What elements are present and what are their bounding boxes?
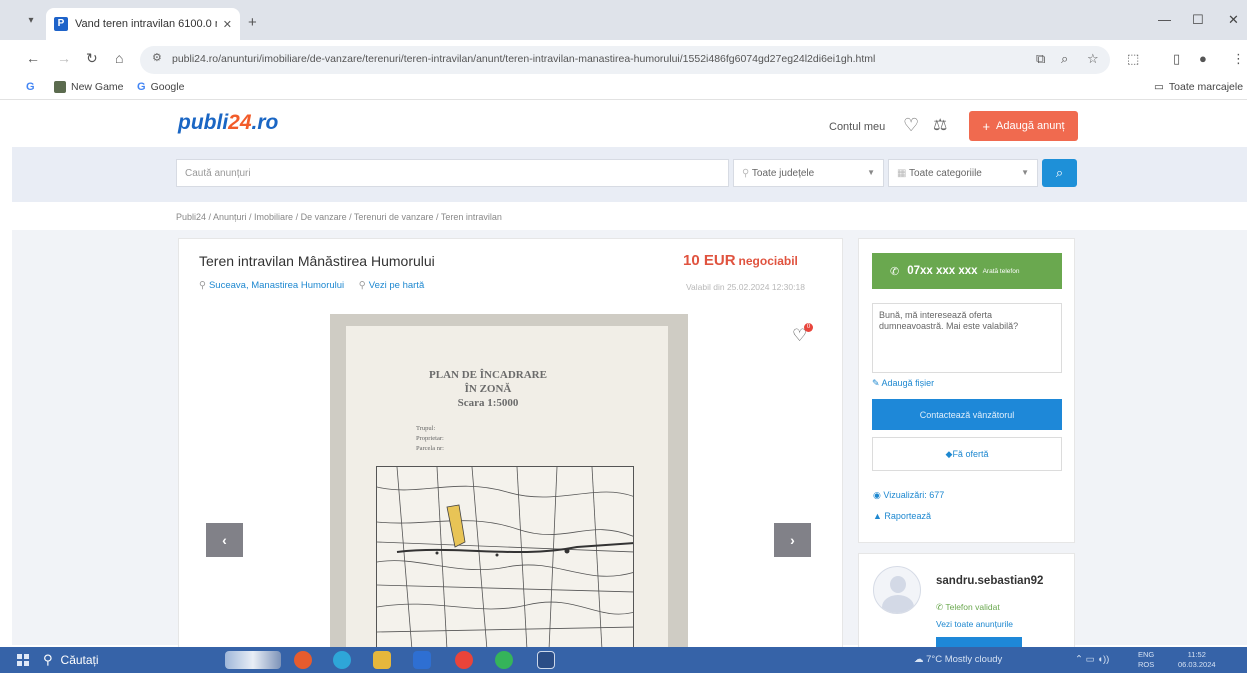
breadcrumb[interactable]: Publi24 / Anunțuri / Imobiliare / De van…: [176, 212, 502, 222]
site-info-icon[interactable]: ⚙: [152, 51, 162, 64]
folder-icon: ▭: [1154, 81, 1164, 93]
location-pin-icon: ⚲: [742, 168, 752, 179]
side-panel-icon[interactable]: ▯: [1173, 51, 1180, 67]
chrome-icon[interactable]: [455, 651, 473, 669]
category-select[interactable]: ▦ Toate categoriile ▼: [888, 159, 1038, 187]
cadastral-map-drawing: [377, 467, 633, 648]
calculator-icon[interactable]: [537, 651, 555, 669]
tab-search-icon[interactable]: ▾: [24, 14, 38, 28]
extensions-icon[interactable]: ⬚: [1127, 51, 1139, 67]
seller-name[interactable]: sandru.sebastian92: [936, 575, 1043, 587]
screenshot-root: ▾ P Vand teren intravilan 6100.0 m ✕ + —…: [0, 0, 1247, 673]
seller-avatar[interactable]: [873, 566, 921, 614]
new-game-favicon-icon: [54, 81, 66, 93]
system-tray-icons[interactable]: ⌃ ▭ ◖)): [1075, 654, 1109, 665]
listing-title: Teren intravilan Mânăstirea Humorului: [199, 253, 435, 269]
chevron-left-icon: ‹: [222, 532, 227, 548]
widgets-icon[interactable]: [225, 651, 281, 669]
close-window-icon[interactable]: ✕: [1228, 12, 1239, 28]
search-button[interactable]: ⌕: [1042, 159, 1077, 187]
contact-seller-button[interactable]: Contactează vânzătorul: [872, 399, 1062, 430]
bookmark-star-icon[interactable]: ☆: [1087, 51, 1099, 67]
zoom-icon[interactable]: ⌕: [1061, 51, 1068, 67]
compare-icon[interactable]: ⚖: [933, 115, 947, 135]
plan-fields: Trupul: Proprietar: Parcela nr:: [416, 425, 444, 452]
attach-file-link[interactable]: ✎ Adaugă fișier: [872, 378, 934, 389]
views-count: ◉ Vizualizări: 677: [873, 490, 945, 500]
category-icon: ▦: [897, 168, 910, 179]
all-bookmarks-button[interactable]: ▭ Toate marcajele: [1154, 81, 1243, 93]
bookmark-google[interactable]: G Google: [137, 81, 184, 93]
chevron-right-icon: ›: [790, 532, 795, 548]
phone-icon: ✆: [890, 265, 900, 278]
favorites-count-badge: 0: [804, 323, 813, 332]
google-apps-icon[interactable]: G: [26, 81, 40, 93]
gallery-prev-button[interactable]: ‹: [206, 523, 243, 557]
gallery-next-button[interactable]: ›: [774, 523, 811, 557]
eye-icon: ◉: [873, 490, 884, 500]
paperclip-icon: ✎: [872, 378, 882, 388]
taskbar-clock[interactable]: 11:52 06.03.2024: [1178, 650, 1216, 670]
windows-start-icon[interactable]: [17, 654, 29, 666]
phone-validated: ✆ Telefon validat: [936, 602, 1000, 612]
show-phone-button[interactable]: ✆ 07xx xxx xxx Arată telefon: [872, 253, 1062, 289]
price-negotiable: negociabil: [738, 254, 798, 268]
bookmarks-bar: [0, 78, 1247, 100]
listing-date: Valabil din 25.02.2024 12:30:18: [686, 282, 805, 292]
map-pin-icon: ⚲: [358, 280, 366, 291]
publi24-logo[interactable]: publi24.ro: [178, 111, 278, 135]
reload-icon[interactable]: ↻: [86, 50, 98, 67]
add-to-favorites-button[interactable]: ♡ 0: [792, 323, 816, 347]
tab-title: Vand teren intravilan 6100.0 m: [74, 18, 217, 30]
language-indicator[interactable]: ENG ROS: [1138, 650, 1154, 670]
search-icon: ⌕: [1055, 165, 1064, 180]
listing-location[interactable]: ⚲ Suceava, Manastirea Humorului ⚲ Vezi pe …: [199, 280, 424, 291]
install-app-icon[interactable]: ⧉: [1036, 51, 1045, 67]
chevron-down-icon: ▼: [867, 168, 875, 177]
google-favicon-icon: G: [137, 81, 146, 93]
cloud-icon: ☁: [914, 654, 927, 665]
search-icon: ⚲: [43, 652, 53, 667]
plan-title: PLAN DE ÎNCADRARE ÎN ZONĂ Scara 1:5000: [429, 369, 547, 409]
bookmark-new-game[interactable]: New Game: [54, 81, 124, 93]
seller-all-ads-link[interactable]: Vezi toate anunțurile: [936, 619, 1013, 629]
add-listing-button[interactable]: + Adaugă anunț: [969, 111, 1078, 141]
file-explorer-icon[interactable]: [373, 651, 391, 669]
favorites-heart-icon[interactable]: ♡: [903, 115, 919, 136]
cadastral-map-image: [376, 466, 634, 649]
tag-icon: ◆: [945, 448, 953, 459]
warning-icon: ▲: [873, 511, 885, 521]
message-textarea[interactable]: Bună, mă interesează oferta dumneavoastr…: [872, 303, 1062, 373]
browser-menu-icon[interactable]: ⋮: [1232, 51, 1245, 67]
home-icon[interactable]: ⌂: [115, 50, 123, 66]
phone-icon: ✆: [936, 602, 946, 612]
whatsapp-icon[interactable]: [495, 651, 513, 669]
minimize-icon[interactable]: —: [1158, 12, 1171, 27]
map-link[interactable]: Vezi pe hartă: [369, 280, 424, 291]
make-offer-button[interactable]: ◆ Fă ofertă: [872, 437, 1062, 471]
mail-icon[interactable]: [413, 651, 431, 669]
listing-price: 10 EUR negociabil: [683, 252, 798, 269]
report-link[interactable]: ▲ Raportează: [873, 511, 931, 521]
taskbar-search[interactable]: ⚲ Căutați: [43, 648, 203, 672]
search-input[interactable]: Caută anunțuri: [176, 159, 729, 187]
maximize-icon[interactable]: ☐: [1192, 12, 1204, 28]
chevron-down-icon: ▼: [1021, 168, 1029, 177]
forward-icon[interactable]: →: [57, 50, 71, 66]
address-url[interactable]: publi24.ro/anunturi/imobiliare/de-vanzar…: [172, 53, 962, 65]
location-pin-icon: ⚲: [199, 280, 206, 291]
back-icon[interactable]: ←: [26, 50, 40, 66]
tab-close-icon[interactable]: ✕: [223, 18, 232, 31]
county-select[interactable]: ⚲ Toate județele ▼: [733, 159, 884, 187]
new-tab-icon[interactable]: +: [248, 14, 257, 31]
weather-widget[interactable]: ☁ 7°C Mostly cloudy: [914, 654, 1002, 665]
publi24-favicon-icon: P: [54, 17, 68, 31]
account-link[interactable]: Contul meu: [829, 121, 885, 133]
firefox-icon[interactable]: [294, 651, 312, 669]
plus-icon: +: [982, 118, 991, 134]
edge-icon[interactable]: [333, 651, 351, 669]
profile-avatar-icon[interactable]: ●: [1199, 51, 1207, 66]
browser-tab-active[interactable]: P Vand teren intravilan 6100.0 m ✕: [46, 8, 240, 40]
